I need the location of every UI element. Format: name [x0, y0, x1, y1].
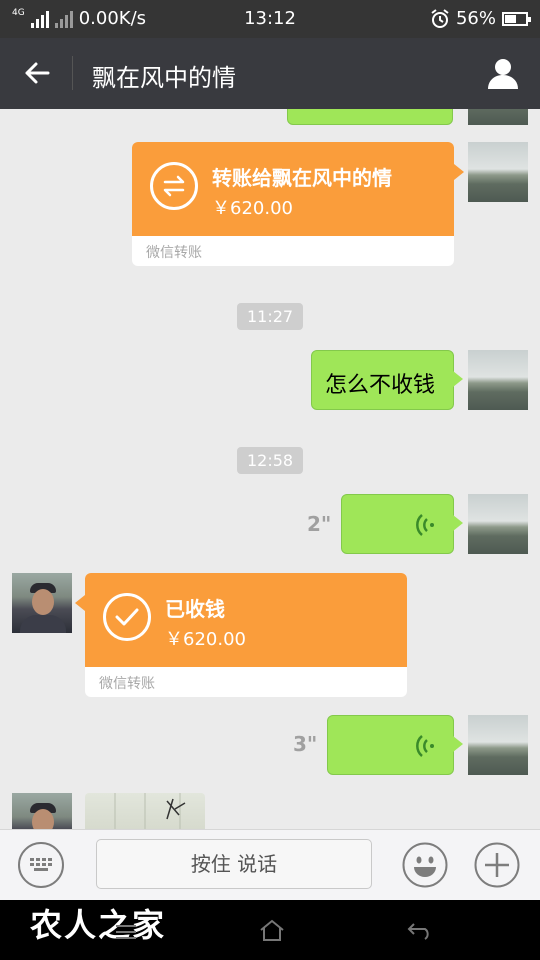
- message-text: 怎么不收钱: [325, 373, 436, 398]
- chat-title: 飘在风中的情: [92, 64, 236, 92]
- input-bar: 按住 说话: [0, 829, 540, 901]
- transfer-icon: [150, 162, 198, 210]
- previous-message-bubble[interactable]: [287, 109, 453, 125]
- smiley-icon[interactable]: [402, 842, 448, 888]
- transfer-card-top: 转账给飘在风中的情 ￥620.00: [132, 142, 454, 236]
- image-message[interactable]: [85, 793, 205, 829]
- avatar-self[interactable]: [468, 715, 528, 775]
- plus-icon[interactable]: [474, 842, 520, 888]
- transfer-amount: ￥620.00: [165, 629, 246, 650]
- transfer-footer: 微信转账: [99, 676, 155, 692]
- home-icon[interactable]: [258, 918, 286, 942]
- voice-message-bubble[interactable]: [327, 715, 463, 775]
- avatar-body: [20, 615, 66, 633]
- image-content: [114, 793, 186, 829]
- transfer-card-sent[interactable]: 转账给飘在风中的情 ￥620.00 微信转账: [132, 142, 464, 266]
- timestamp: 11:27: [237, 303, 304, 330]
- avatar-self[interactable]: [468, 142, 528, 202]
- avatar-contact[interactable]: [12, 793, 72, 829]
- alarm-icon: [431, 8, 449, 28]
- chat-area[interactable]: 转账给飘在风中的情 ￥620.00 微信转账 11:27 怎么不收钱 12:58…: [0, 109, 540, 829]
- menu-icon[interactable]: [112, 918, 140, 942]
- check-icon: [103, 593, 151, 641]
- hold-to-talk-button[interactable]: 按住 说话: [96, 839, 372, 889]
- transfer-title: 已收钱: [165, 597, 225, 621]
- keyboard-icon[interactable]: [18, 842, 64, 888]
- transfer-card-received[interactable]: 已收钱 ￥620.00 微信转账: [75, 573, 407, 697]
- avatar-face: [32, 589, 54, 615]
- voice-duration: 3": [293, 732, 318, 756]
- transfer-title: 转账给飘在风中的情: [212, 166, 392, 190]
- voice-duration: 2": [307, 512, 332, 536]
- header-divider: [72, 56, 73, 90]
- avatar-self[interactable]: [468, 350, 528, 410]
- chat-header: 飘在风中的情: [0, 38, 540, 109]
- timestamp: 12:58: [237, 447, 304, 474]
- battery-fill: [505, 14, 517, 23]
- transfer-footer: 微信转账: [146, 245, 202, 261]
- voice-wave-icon: [416, 735, 434, 757]
- voice-wave-icon: [416, 514, 434, 536]
- battery-icon: [502, 11, 531, 26]
- status-bar: 4G 0.00K/s 13:12 56%: [0, 0, 540, 38]
- text-message-bubble[interactable]: 怎么不收钱: [311, 350, 463, 410]
- transfer-card-top: 已收钱 ￥620.00: [85, 573, 407, 667]
- arrow-left-icon[interactable]: [22, 58, 52, 88]
- status-right: 56%: [430, 8, 531, 29]
- avatar-self[interactable]: [468, 494, 528, 554]
- avatar-self[interactable]: [468, 109, 528, 125]
- watermark-text: 农人之家: [30, 906, 167, 944]
- system-nav-bar: 农人之家: [0, 900, 540, 960]
- avatar-contact[interactable]: [12, 573, 72, 633]
- transfer-amount: ￥620.00: [212, 198, 293, 219]
- back-nav-icon[interactable]: [406, 918, 434, 942]
- avatar-face: [32, 809, 54, 829]
- voice-message-bubble[interactable]: [341, 494, 463, 554]
- person-icon[interactable]: [486, 56, 520, 90]
- battery-percent: 56%: [455, 8, 496, 29]
